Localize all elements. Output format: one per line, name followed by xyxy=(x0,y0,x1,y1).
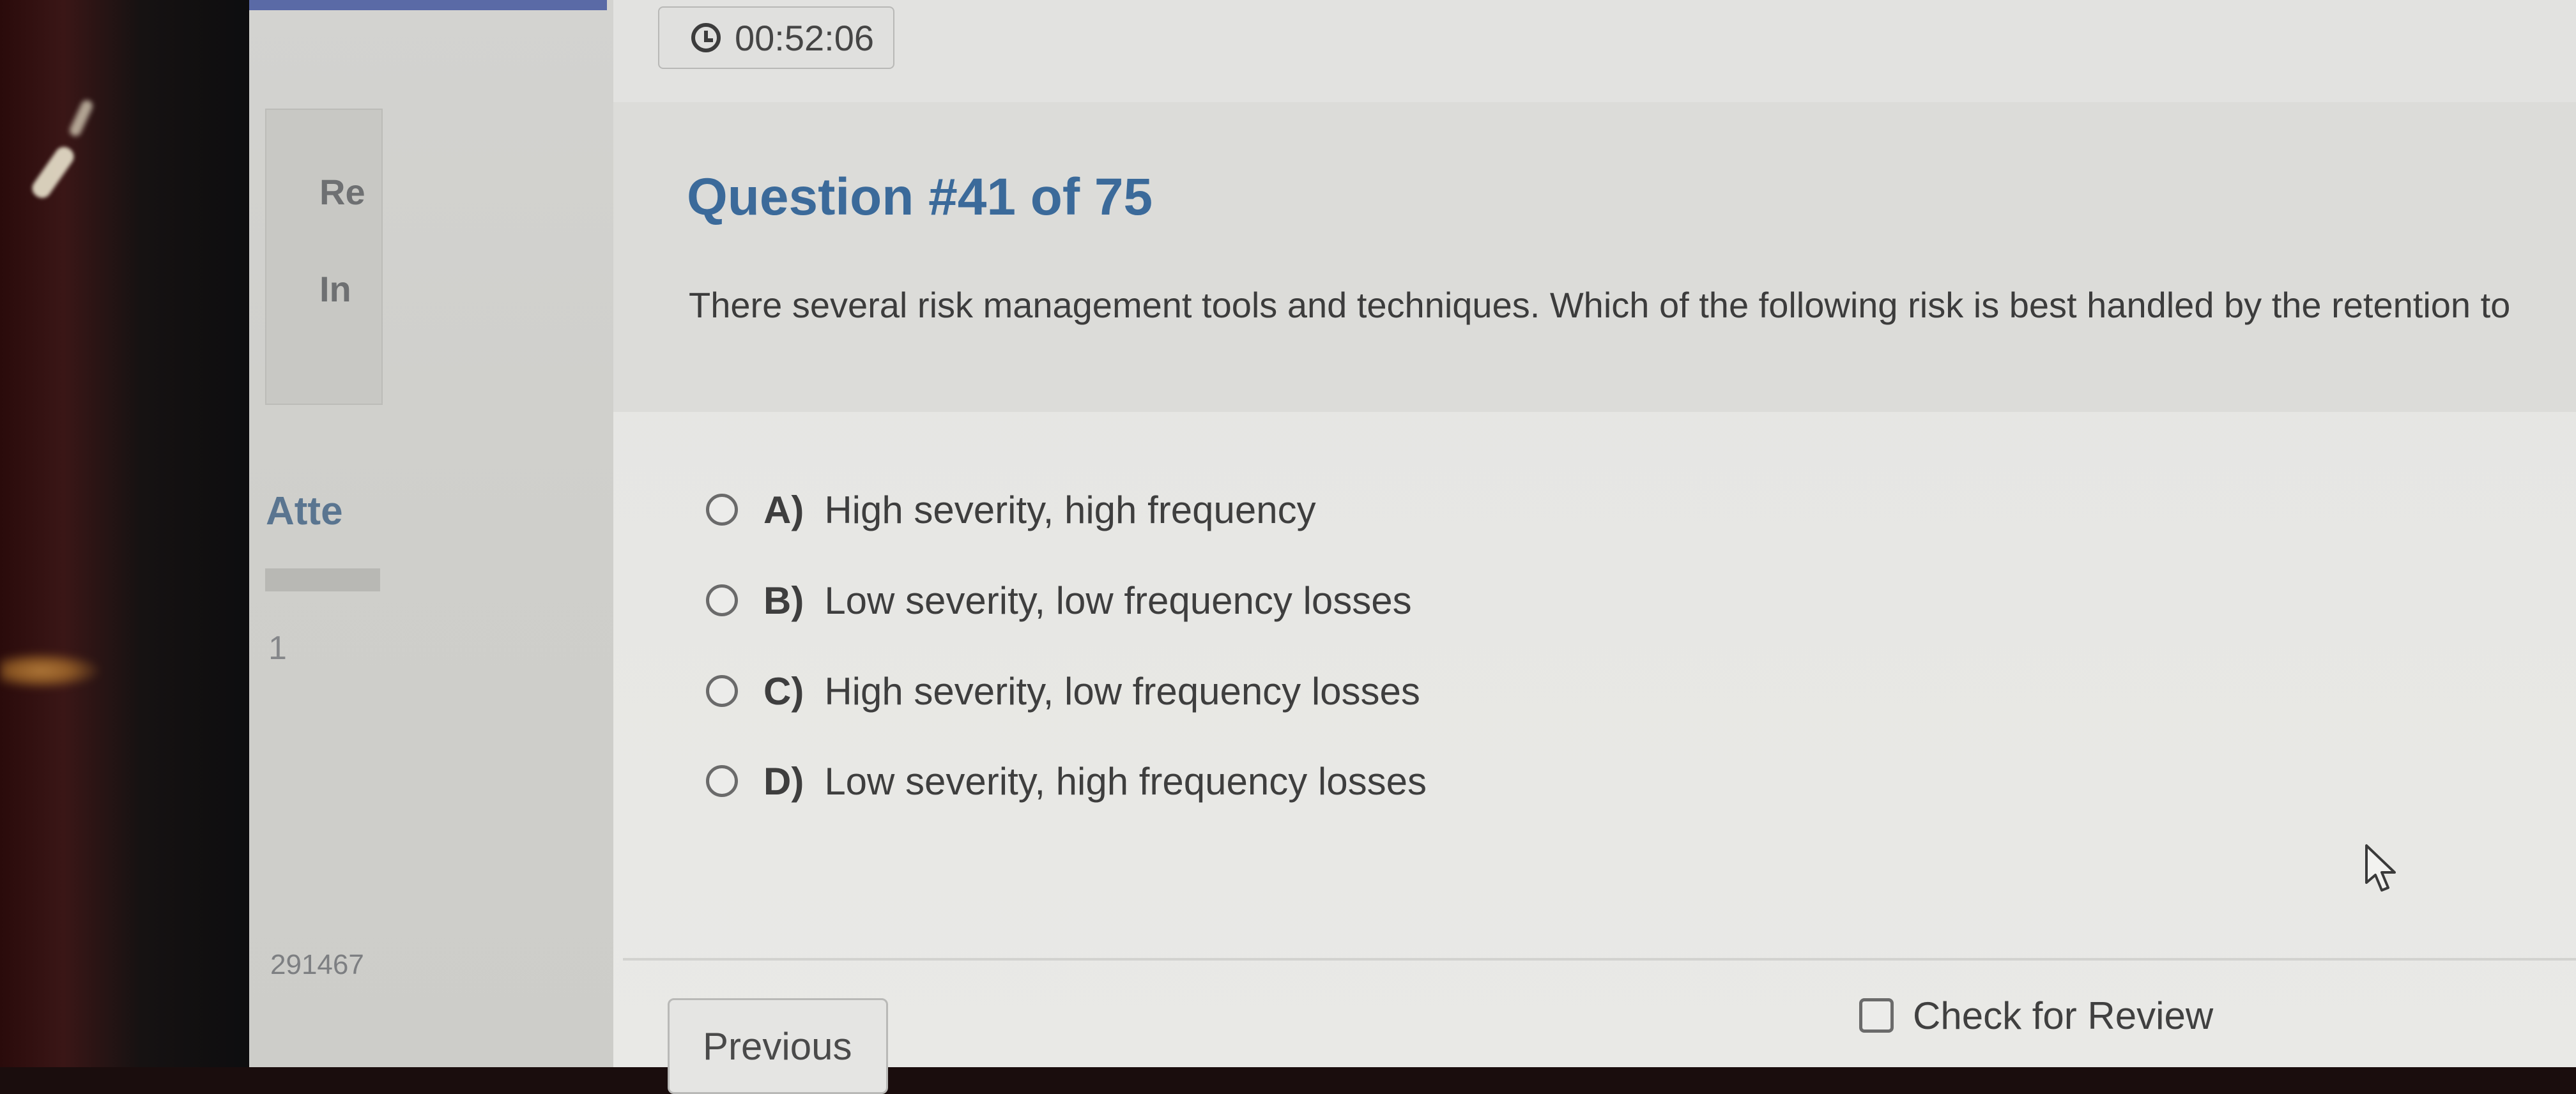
background-heading-fragment: Re xyxy=(319,172,365,212)
timer-value: 00:52:06 xyxy=(735,17,874,58)
option-d[interactable]: D) Low severity, high frequency losses xyxy=(706,752,1427,810)
option-a[interactable]: A) High severity, high frequency xyxy=(706,481,1316,538)
radio-button[interactable] xyxy=(706,765,738,797)
option-text: Low severity, high frequency losses xyxy=(824,759,1427,803)
question-header xyxy=(613,102,2576,412)
monitor-bezel xyxy=(0,0,256,1067)
background-section-fragment: Atte xyxy=(266,489,343,533)
radio-button[interactable] xyxy=(706,584,738,616)
clock-icon xyxy=(691,23,721,52)
question-text: There several risk management tools and … xyxy=(689,285,2511,325)
mouse-cursor-icon xyxy=(2365,844,2396,892)
option-b[interactable]: B) Low severity, low frequency losses xyxy=(706,572,1412,629)
option-letter: A) xyxy=(763,488,804,531)
option-text: High severity, high frequency xyxy=(824,488,1316,531)
question-title: Question #41 of 75 xyxy=(687,168,1153,226)
background-lights xyxy=(0,651,102,690)
exam-timer: 00:52:06 xyxy=(658,6,894,69)
background-id-fragment: 291467 xyxy=(270,949,364,980)
timer-bar xyxy=(613,0,2576,107)
check-for-review[interactable]: Check for Review xyxy=(1859,990,2213,1041)
option-letter: C) xyxy=(763,669,804,713)
radio-button[interactable] xyxy=(706,494,738,526)
option-c[interactable]: C) High severity, low frequency losses xyxy=(706,662,1420,720)
background-table-header xyxy=(265,568,380,591)
option-text: High severity, low frequency losses xyxy=(824,669,1420,713)
background-row-number: 1 xyxy=(268,630,287,667)
review-checkbox[interactable] xyxy=(1859,998,1894,1033)
background-text-fragment: In xyxy=(319,269,351,309)
radio-button[interactable] xyxy=(706,675,738,707)
background-info-panel xyxy=(265,109,383,405)
previous-button[interactable]: Previous xyxy=(668,998,888,1094)
option-letter: D) xyxy=(763,759,804,803)
footer-divider xyxy=(623,958,2576,961)
option-text: Low severity, low frequency losses xyxy=(824,579,1412,622)
option-letter: B) xyxy=(763,579,804,622)
top-accent-bar xyxy=(249,0,607,10)
review-label: Check for Review xyxy=(1913,994,2214,1037)
